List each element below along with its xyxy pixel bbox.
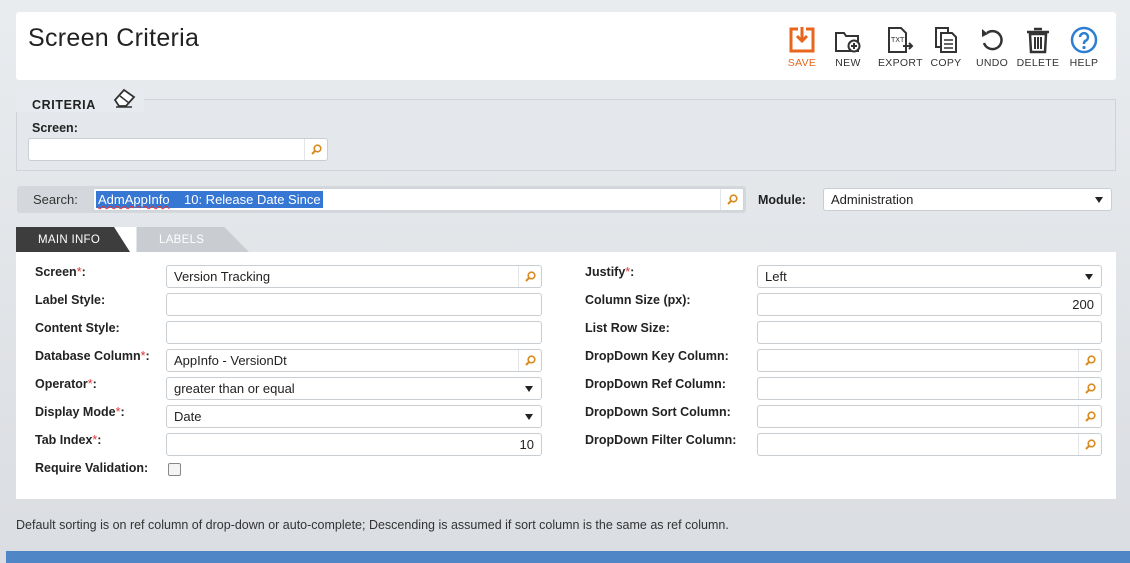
criteria-legend: CRITERIA — [16, 88, 144, 112]
dropdown-sort-column-label: DropDown Sort Column: — [585, 405, 731, 419]
column-size-input[interactable]: 200 — [757, 293, 1102, 316]
search-icon[interactable] — [1078, 350, 1101, 371]
search-label: Search: — [33, 192, 78, 207]
search-icon[interactable] — [1078, 378, 1101, 399]
screen-label: Screen*: — [35, 265, 86, 279]
help-button[interactable]: HELP — [1062, 24, 1106, 80]
svg-text:TXT: TXT — [890, 36, 905, 44]
search-input[interactable]: AdmAppInfo 10: Release Date Since — [93, 188, 744, 211]
column-size-label: Column Size (px): — [585, 293, 691, 307]
export-button[interactable]: TXT EXPORT — [878, 24, 922, 80]
tab-index-label: Tab Index*: — [35, 433, 102, 447]
screen-input[interactable]: Version Tracking — [166, 265, 542, 288]
eraser-icon[interactable] — [112, 86, 138, 111]
undo-button[interactable]: UNDO — [970, 24, 1014, 80]
chevron-down-icon — [1085, 274, 1093, 280]
database-column-label: Database Column*: — [35, 349, 150, 363]
undo-icon — [970, 24, 1014, 54]
module-label: Module: — [758, 193, 806, 207]
search-icon[interactable] — [1078, 434, 1101, 455]
chevron-down-icon — [1095, 197, 1103, 203]
operator-select[interactable]: greater than or equal — [166, 377, 542, 400]
display-mode-select[interactable]: Date — [166, 405, 542, 428]
save-button[interactable]: SAVE — [780, 24, 824, 80]
dropdown-key-column-input[interactable] — [757, 349, 1102, 372]
export-icon: TXT — [878, 24, 922, 54]
search-icon[interactable] — [518, 350, 541, 371]
display-mode-label: Display Mode*: — [35, 405, 125, 419]
search-icon[interactable] — [720, 189, 743, 210]
justify-select[interactable]: Left — [757, 265, 1102, 288]
main-info-panel — [16, 252, 1116, 499]
dropdown-ref-column-label: DropDown Ref Column: — [585, 377, 726, 391]
require-validation-checkbox[interactable] — [168, 463, 181, 476]
search-icon[interactable] — [1078, 406, 1101, 427]
search-icon[interactable] — [518, 266, 541, 287]
criteria-screen-label: Screen: — [32, 121, 78, 135]
content-style-label: Content Style: — [35, 321, 120, 335]
tab-index-input[interactable]: 10 — [166, 433, 542, 456]
page-title: Screen Criteria — [28, 24, 200, 52]
content-style-input[interactable] — [166, 321, 542, 344]
list-row-size-label: List Row Size: — [585, 321, 670, 335]
footnote-text: Default sorting is on ref column of drop… — [16, 518, 729, 532]
save-icon — [780, 24, 824, 54]
dropdown-filter-column-input[interactable] — [757, 433, 1102, 456]
tab-main-info[interactable]: MAIN INFO — [16, 227, 136, 252]
chevron-down-icon — [525, 386, 533, 392]
delete-button[interactable]: DELETE — [1016, 24, 1060, 80]
help-icon — [1062, 24, 1106, 54]
list-row-size-input[interactable] — [757, 321, 1102, 344]
label-style-label: Label Style: — [35, 293, 106, 307]
new-folder-icon — [826, 24, 870, 54]
trash-icon — [1016, 24, 1060, 54]
module-select[interactable]: Administration — [823, 188, 1112, 211]
new-button[interactable]: NEW — [826, 24, 870, 80]
require-validation-label: Require Validation: — [35, 461, 149, 475]
dropdown-key-column-label: DropDown Key Column: — [585, 349, 729, 363]
dropdown-sort-column-input[interactable] — [757, 405, 1102, 428]
chevron-down-icon — [525, 414, 533, 420]
header-panel: Screen Criteria SAVE NEW TXT EXPORT COPY — [16, 12, 1116, 80]
bottom-bar — [6, 551, 1130, 563]
label-style-input[interactable] — [166, 293, 542, 316]
toolbar: SAVE NEW TXT EXPORT COPY UNDO DELETE HEL… — [778, 24, 1106, 80]
criteria-screen-input[interactable] — [28, 138, 328, 161]
dropdown-filter-column-label: DropDown Filter Column: — [585, 433, 737, 447]
database-column-input[interactable]: AppInfo - VersionDt — [166, 349, 542, 372]
copy-icon — [924, 24, 968, 54]
search-bar: Search: AdmAppInfo 10: Release Date Sinc… — [17, 186, 746, 213]
search-selected-text: AdmAppInfo 10: Release Date Since — [96, 191, 323, 208]
tab-labels[interactable]: LABELS — [137, 227, 249, 252]
copy-button[interactable]: COPY — [924, 24, 968, 80]
operator-label: Operator*: — [35, 377, 97, 391]
dropdown-ref-column-input[interactable] — [757, 377, 1102, 400]
search-icon[interactable] — [304, 139, 327, 160]
justify-label: Justify*: — [585, 265, 635, 279]
